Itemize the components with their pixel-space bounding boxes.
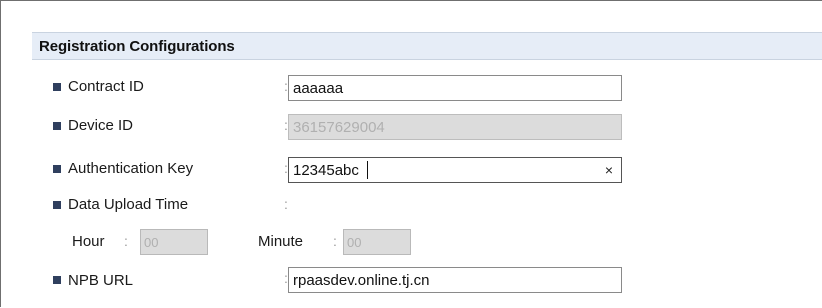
minute-input	[343, 229, 411, 255]
bullet-icon	[53, 83, 61, 91]
device-id-input	[288, 114, 622, 140]
upload-time-row: Data Upload Time :	[32, 192, 822, 222]
registration-panel: Registration Configurations Contract ID …	[32, 32, 822, 308]
device-id-label: Device ID	[68, 117, 134, 134]
bullet-icon	[53, 122, 61, 130]
hour-label: Hour	[72, 233, 105, 250]
bullet-icon	[53, 201, 61, 209]
text-caret	[367, 161, 368, 179]
upload-time-label: Data Upload Time	[68, 196, 189, 213]
minute-label: Minute	[258, 233, 304, 250]
clear-icon[interactable]: ×	[602, 162, 616, 178]
npb-url-label: NPB URL	[68, 272, 134, 289]
npb-url-row: NPB URL :	[32, 266, 822, 296]
contract-id-label: Contract ID	[68, 78, 144, 95]
device-id-row: Device ID :	[32, 113, 822, 143]
settings-window: Registration Configurations Contract ID …	[0, 0, 822, 308]
separator: :	[124, 233, 128, 249]
npb-url-input[interactable]	[288, 267, 622, 293]
contract-id-row: Contract ID :	[32, 74, 822, 104]
separator: :	[284, 196, 288, 212]
section-header: Registration Configurations	[32, 32, 822, 60]
upload-time-inputs-row: Hour : Minute :	[32, 229, 822, 259]
contract-id-input[interactable]	[288, 75, 622, 101]
auth-key-row: Authentication Key : ×	[32, 156, 822, 186]
separator: :	[333, 233, 337, 249]
auth-key-label: Authentication Key	[68, 160, 194, 177]
section-title: Registration Configurations	[39, 38, 235, 55]
bullet-icon	[53, 165, 61, 173]
bullet-icon	[53, 276, 61, 284]
auth-key-input[interactable]	[288, 157, 622, 183]
hour-input	[140, 229, 208, 255]
